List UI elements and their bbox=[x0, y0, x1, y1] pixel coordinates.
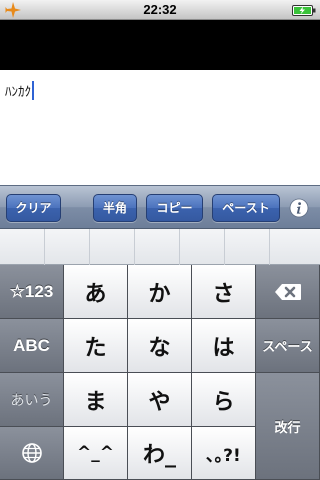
space-key[interactable]: スペース bbox=[256, 319, 320, 373]
header-bar bbox=[0, 20, 320, 70]
delete-key[interactable] bbox=[256, 265, 320, 319]
keyboard: ☆123 ABC あいう あ か さ た な は ま や ら ^_^ わ_ ､｡… bbox=[0, 265, 320, 480]
punctuation-key[interactable]: ､｡?! bbox=[192, 427, 256, 480]
text-cursor bbox=[32, 81, 34, 100]
kana-key-ta[interactable]: た bbox=[64, 319, 128, 373]
paste-button[interactable]: ペースト bbox=[212, 194, 280, 222]
return-key[interactable]: 改行 bbox=[256, 373, 320, 480]
candidate-bar[interactable] bbox=[0, 229, 320, 265]
kana-key-ya[interactable]: や bbox=[128, 373, 192, 427]
battery-charging-icon bbox=[292, 5, 316, 16]
backspace-icon bbox=[274, 283, 301, 300]
copy-button[interactable]: コピー bbox=[146, 194, 203, 222]
candidate-divider bbox=[89, 229, 90, 265]
kana-key-ka[interactable]: か bbox=[128, 265, 192, 319]
text-content: ﾊﾝｶｸ bbox=[5, 81, 34, 102]
emoticon-key[interactable]: ^_^ bbox=[64, 427, 128, 480]
candidate-divider bbox=[224, 229, 225, 265]
candidate-divider bbox=[44, 229, 45, 265]
candidate-divider bbox=[134, 229, 135, 265]
kana-key-wa[interactable]: わ_ bbox=[128, 427, 192, 480]
kana-key-ra[interactable]: ら bbox=[192, 373, 256, 427]
symbols-key[interactable]: ☆123 bbox=[0, 265, 64, 319]
kana-key-sa[interactable]: さ bbox=[192, 265, 256, 319]
kana-key-na[interactable]: な bbox=[128, 319, 192, 373]
kana-key-a[interactable]: あ bbox=[64, 265, 128, 319]
globe-key[interactable] bbox=[0, 427, 64, 480]
clear-button[interactable]: クリア bbox=[6, 194, 61, 222]
abc-key[interactable]: ABC bbox=[0, 319, 64, 373]
globe-icon bbox=[21, 443, 42, 463]
status-time: 22:32 bbox=[143, 2, 177, 17]
text-value: ﾊﾝｶｸ bbox=[5, 85, 31, 100]
info-icon[interactable] bbox=[289, 198, 309, 218]
candidate-divider bbox=[269, 229, 270, 265]
kana-key-ma[interactable]: ま bbox=[64, 373, 128, 427]
toolbar: クリア 半角 コピー ペースト bbox=[0, 185, 320, 229]
hankaku-button[interactable]: 半角 bbox=[93, 194, 137, 222]
candidate-divider bbox=[179, 229, 180, 265]
kana-key-ha[interactable]: は bbox=[192, 319, 256, 373]
text-area[interactable]: ﾊﾝｶｸ bbox=[0, 70, 320, 185]
kana-key[interactable]: あいう bbox=[0, 373, 64, 427]
status-bar: 22:32 bbox=[0, 0, 320, 20]
